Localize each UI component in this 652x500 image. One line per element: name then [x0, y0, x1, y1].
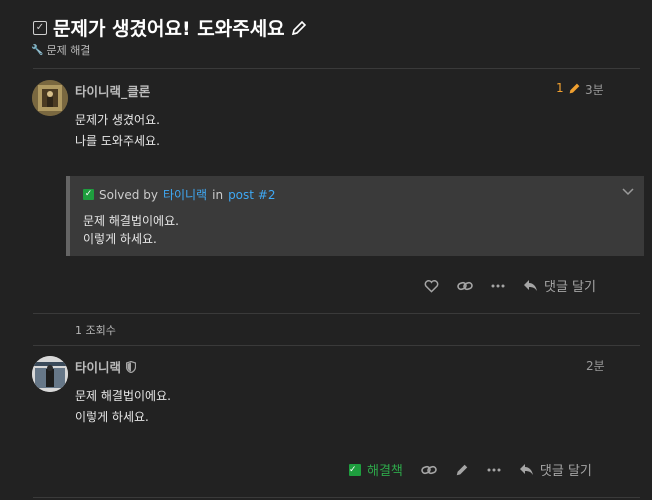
pencil-icon	[456, 464, 468, 475]
solved-body: 문제 해결법이에요. 이렇게 하세요.	[83, 212, 179, 248]
wrench-icon: 🔧	[31, 44, 44, 56]
ellipsis-icon	[487, 468, 501, 471]
category-badge[interactable]: 🔧 문제 해결	[31, 42, 90, 58]
post-line: 문제 해결법이에요.	[75, 389, 171, 403]
solution-button[interactable]: ✓ 해결책	[349, 460, 403, 479]
reply-label: 댓글 달기	[539, 464, 592, 479]
category-label: 문제 해결	[46, 44, 91, 57]
post-line: 나를 도와주세요.	[75, 134, 160, 148]
avatar[interactable]	[32, 80, 68, 116]
reply-button[interactable]: 댓글 달기	[519, 460, 592, 479]
divider	[33, 345, 640, 346]
post-actions: 댓글 달기	[424, 276, 596, 295]
post-time[interactable]: 3분	[585, 81, 604, 98]
topic-title: ✓ 문제가 생겼어요! 도와주세요	[33, 14, 307, 41]
pencil-icon	[568, 82, 581, 95]
checkbox-icon: ✓	[33, 20, 47, 35]
solved-line: 이렇게 하세요.	[83, 232, 157, 246]
edit-title-icon[interactable]	[291, 20, 307, 36]
edit-button[interactable]	[455, 463, 469, 477]
solved-quote: ✓ Solved by 타이니랙 in post #2 문제 해결법이에요. 이…	[66, 176, 644, 256]
share-button[interactable]	[457, 280, 473, 292]
post-time[interactable]: 2분	[586, 357, 605, 374]
post-author: 타이니랙	[75, 357, 137, 376]
solved-in: in	[212, 187, 224, 202]
more-button[interactable]	[491, 284, 505, 288]
link-icon	[457, 281, 473, 290]
solved-header: ✓ Solved by 타이니랙 in post #2	[83, 186, 275, 203]
solved-by-user[interactable]: 타이니랙	[163, 186, 207, 203]
edit-history[interactable]: 1	[556, 81, 581, 95]
post-actions: ✓ 해결책 댓글 달기	[349, 460, 592, 479]
post-username[interactable]: 타이니랙_클론	[75, 81, 150, 100]
view-count: 1 조회수	[75, 324, 116, 337]
divider	[33, 68, 640, 69]
topic-title-text: 문제가 생겼어요! 도와주세요	[53, 18, 285, 40]
post-line: 이렇게 하세요.	[75, 410, 149, 424]
shield-icon	[126, 360, 137, 373]
reply-label: 댓글 달기	[544, 280, 596, 295]
more-button[interactable]	[487, 468, 501, 472]
post-body: 문제 해결법이에요. 이렇게 하세요.	[75, 386, 171, 428]
edit-count: 1	[556, 81, 564, 95]
divider	[33, 497, 640, 498]
post-body: 문제가 생겼어요. 나를 도와주세요.	[75, 110, 160, 152]
avatar[interactable]	[32, 356, 68, 392]
heart-icon	[424, 279, 439, 293]
solved-line: 문제 해결법이에요.	[83, 214, 179, 228]
post-line: 문제가 생겼어요.	[75, 113, 160, 127]
link-icon	[421, 465, 437, 474]
reply-icon	[519, 464, 533, 475]
chevron-down-icon[interactable]	[622, 185, 634, 199]
ellipsis-icon	[491, 284, 505, 287]
post-username[interactable]: 타이니랙	[75, 357, 121, 376]
reply-button[interactable]: 댓글 달기	[523, 276, 596, 295]
check-icon: ✓	[83, 189, 94, 200]
like-button[interactable]	[424, 279, 439, 293]
solution-label: 해결책	[367, 464, 403, 479]
divider	[33, 313, 640, 314]
check-icon: ✓	[349, 463, 361, 476]
share-button[interactable]	[421, 464, 437, 476]
reply-icon	[524, 280, 537, 291]
solved-post-link[interactable]: post #2	[228, 188, 275, 202]
solved-label: Solved by	[99, 187, 158, 202]
